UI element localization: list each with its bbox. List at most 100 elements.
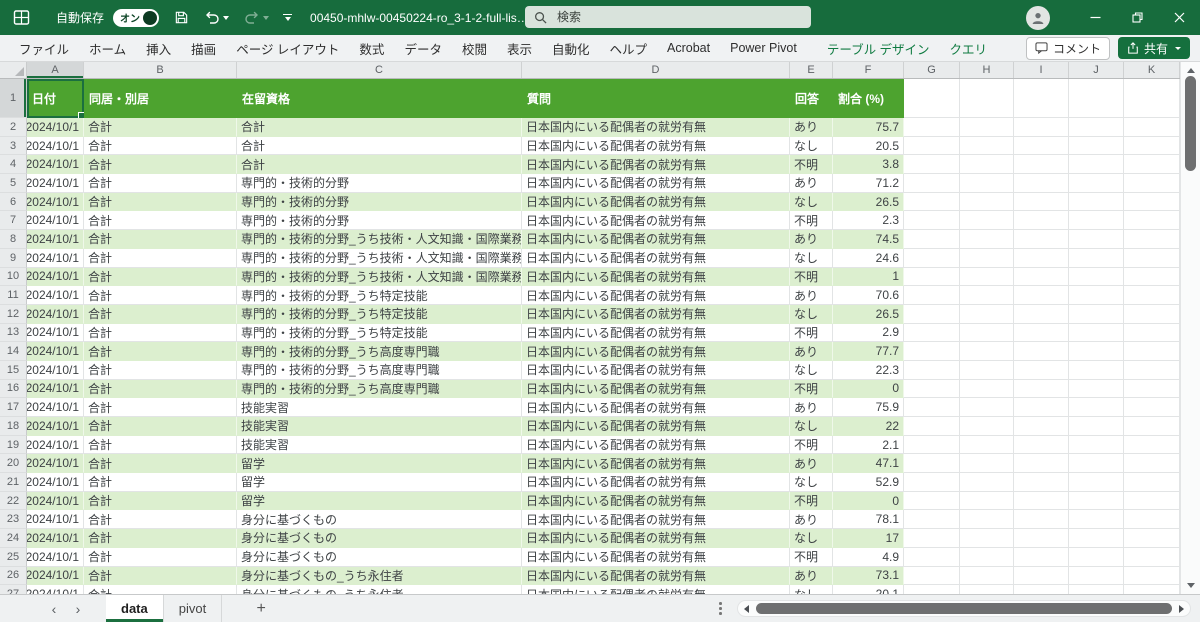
table-header-cell-D1[interactable]: 質問 — [522, 79, 790, 118]
cell-D14[interactable]: 日本国内にいる配偶者の就労有無 — [522, 342, 790, 361]
cell-D11[interactable]: 日本国内にいる配偶者の就労有無 — [522, 286, 790, 305]
quick-access-toolbar-button[interactable] — [283, 14, 292, 22]
cell-I11[interactable] — [1014, 286, 1069, 305]
cell-C6[interactable]: 専門的・技術的分野 — [237, 193, 522, 212]
cell-A26[interactable]: 2024/10/1 — [27, 567, 84, 586]
cell-F20[interactable]: 47.1 — [833, 454, 904, 473]
cell-G11[interactable] — [904, 286, 960, 305]
cell-H1[interactable] — [960, 79, 1014, 118]
excel-app-icon[interactable] — [13, 9, 30, 26]
horizontal-scrollbar-thumb[interactable] — [756, 603, 1172, 614]
cell-E11[interactable]: あり — [790, 286, 833, 305]
cell-A13[interactable]: 2024/10/1 — [27, 324, 84, 343]
row-header-10[interactable]: 10 — [0, 268, 27, 287]
cell-C16[interactable]: 専門的・技術的分野_うち高度専門職 — [237, 380, 522, 399]
cell-G21[interactable] — [904, 473, 960, 492]
ribbon-tab-12[interactable]: Acrobat — [657, 35, 720, 61]
cell-J20[interactable] — [1069, 454, 1124, 473]
cell-D5[interactable]: 日本国内にいる配偶者の就労有無 — [522, 174, 790, 193]
column-header-K[interactable]: K — [1124, 62, 1180, 78]
cell-A12[interactable]: 2024/10/1 — [27, 305, 84, 324]
cell-J7[interactable] — [1069, 211, 1124, 230]
cell-G6[interactable] — [904, 193, 960, 212]
minimize-button[interactable] — [1074, 0, 1116, 35]
cell-D3[interactable]: 日本国内にいる配偶者の就労有無 — [522, 137, 790, 156]
column-header-C[interactable]: C — [237, 62, 522, 78]
cell-D2[interactable]: 日本国内にいる配偶者の就労有無 — [522, 118, 790, 137]
cell-G8[interactable] — [904, 230, 960, 249]
cell-K6[interactable] — [1124, 193, 1180, 212]
row-header-26[interactable]: 26 — [0, 567, 27, 586]
cell-C4[interactable]: 合計 — [237, 155, 522, 174]
cell-C23[interactable]: 身分に基づくもの — [237, 510, 522, 529]
cell-K21[interactable] — [1124, 473, 1180, 492]
cell-K17[interactable] — [1124, 398, 1180, 417]
cell-K9[interactable] — [1124, 249, 1180, 268]
cell-F2[interactable]: 75.7 — [833, 118, 904, 137]
cell-G25[interactable] — [904, 548, 960, 567]
cell-G13[interactable] — [904, 324, 960, 343]
cell-A7[interactable]: 2024/10/1 — [27, 211, 84, 230]
column-header-F[interactable]: F — [833, 62, 904, 78]
redo-dropdown-icon[interactable] — [263, 16, 269, 20]
cell-C21[interactable]: 留学 — [237, 473, 522, 492]
table-header-cell-A1[interactable]: 日付 — [27, 79, 84, 118]
cell-C14[interactable]: 専門的・技術的分野_うち高度専門職 — [237, 342, 522, 361]
row-header-9[interactable]: 9 — [0, 249, 27, 268]
cell-F23[interactable]: 78.1 — [833, 510, 904, 529]
cell-G7[interactable] — [904, 211, 960, 230]
cell-I19[interactable] — [1014, 436, 1069, 455]
cell-E16[interactable]: 不明 — [790, 380, 833, 399]
cell-A23[interactable]: 2024/10/1 — [27, 510, 84, 529]
cell-G10[interactable] — [904, 268, 960, 287]
cell-E13[interactable]: 不明 — [790, 324, 833, 343]
cell-B3[interactable]: 合計 — [84, 137, 237, 156]
ribbon-tab-15[interactable]: クエリ — [940, 35, 998, 61]
cell-B8[interactable]: 合計 — [84, 230, 237, 249]
cell-H14[interactable] — [960, 342, 1014, 361]
cell-I7[interactable] — [1014, 211, 1069, 230]
ribbon-tab-8[interactable]: 校閲 — [452, 35, 497, 61]
cell-B16[interactable]: 合計 — [84, 380, 237, 399]
cell-C7[interactable]: 専門的・技術的分野 — [237, 211, 522, 230]
ribbon-tab-2[interactable]: ホーム — [79, 35, 136, 61]
cell-J24[interactable] — [1069, 529, 1124, 548]
column-header-I[interactable]: I — [1014, 62, 1069, 78]
cell-C13[interactable]: 専門的・技術的分野_うち特定技能 — [237, 324, 522, 343]
cell-F21[interactable]: 52.9 — [833, 473, 904, 492]
cell-C19[interactable]: 技能実習 — [237, 436, 522, 455]
cell-D7[interactable]: 日本国内にいる配偶者の就労有無 — [522, 211, 790, 230]
cell-A3[interactable]: 2024/10/1 — [27, 137, 84, 156]
cell-E15[interactable]: なし — [790, 361, 833, 380]
cell-D12[interactable]: 日本国内にいる配偶者の就労有無 — [522, 305, 790, 324]
cell-G23[interactable] — [904, 510, 960, 529]
cell-B25[interactable]: 合計 — [84, 548, 237, 567]
cell-B18[interactable]: 合計 — [84, 417, 237, 436]
cell-H7[interactable] — [960, 211, 1014, 230]
cell-I21[interactable] — [1014, 473, 1069, 492]
cell-H2[interactable] — [960, 118, 1014, 137]
cell-A18[interactable]: 2024/10/1 — [27, 417, 84, 436]
sheet-tab-data[interactable]: data — [106, 595, 164, 622]
cell-F22[interactable]: 0 — [833, 492, 904, 511]
cell-F12[interactable]: 26.5 — [833, 305, 904, 324]
cell-E10[interactable]: 不明 — [790, 268, 833, 287]
cell-E6[interactable]: なし — [790, 193, 833, 212]
cell-F11[interactable]: 70.6 — [833, 286, 904, 305]
cell-F6[interactable]: 26.5 — [833, 193, 904, 212]
cell-G2[interactable] — [904, 118, 960, 137]
cell-E18[interactable]: なし — [790, 417, 833, 436]
cell-I22[interactable] — [1014, 492, 1069, 511]
cell-C26[interactable]: 身分に基づくもの_うち永住者 — [237, 567, 522, 586]
row-header-17[interactable]: 17 — [0, 398, 27, 417]
ribbon-tab-7[interactable]: データ — [394, 35, 452, 61]
cell-I5[interactable] — [1014, 174, 1069, 193]
cell-D24[interactable]: 日本国内にいる配偶者の就労有無 — [522, 529, 790, 548]
cell-G18[interactable] — [904, 417, 960, 436]
row-header-13[interactable]: 13 — [0, 324, 27, 343]
cell-D25[interactable]: 日本国内にいる配偶者の就労有無 — [522, 548, 790, 567]
cell-H20[interactable] — [960, 454, 1014, 473]
cell-A10[interactable]: 2024/10/1 — [27, 268, 84, 287]
account-avatar[interactable] — [1026, 6, 1050, 30]
cell-G12[interactable] — [904, 305, 960, 324]
